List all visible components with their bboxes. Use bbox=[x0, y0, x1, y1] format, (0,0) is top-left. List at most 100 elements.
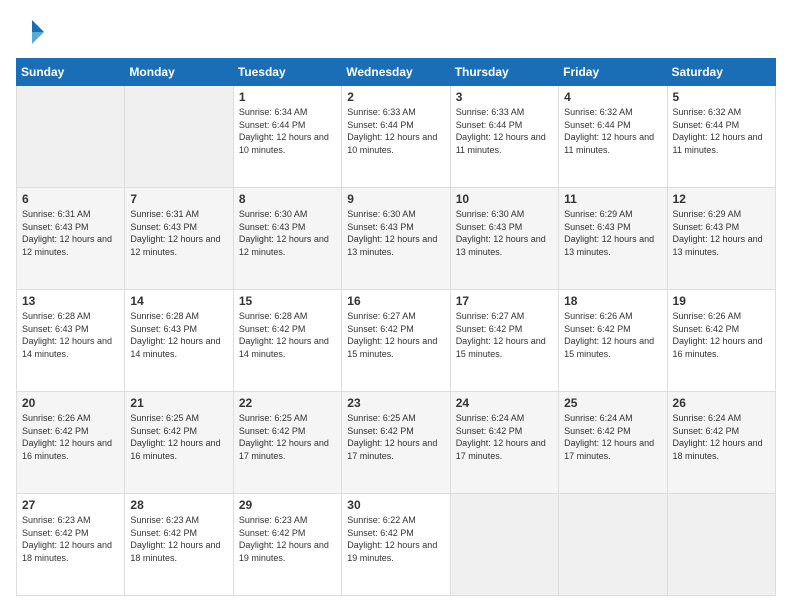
cell-text: Sunrise: 6:23 AMSunset: 6:42 PMDaylight:… bbox=[22, 515, 112, 563]
cell-text: Sunrise: 6:33 AMSunset: 6:44 PMDaylight:… bbox=[456, 107, 546, 155]
day-number: 25 bbox=[564, 396, 661, 410]
calendar-cell: 18 Sunrise: 6:26 AMSunset: 6:42 PMDaylig… bbox=[559, 290, 667, 392]
day-number: 23 bbox=[347, 396, 444, 410]
calendar-cell: 20 Sunrise: 6:26 AMSunset: 6:42 PMDaylig… bbox=[17, 392, 125, 494]
calendar-cell: 2 Sunrise: 6:33 AMSunset: 6:44 PMDayligh… bbox=[342, 86, 450, 188]
weekday-header-thursday: Thursday bbox=[450, 59, 558, 86]
day-number: 24 bbox=[456, 396, 553, 410]
calendar-cell: 27 Sunrise: 6:23 AMSunset: 6:42 PMDaylig… bbox=[17, 494, 125, 596]
calendar-cell: 30 Sunrise: 6:22 AMSunset: 6:42 PMDaylig… bbox=[342, 494, 450, 596]
cell-text: Sunrise: 6:25 AMSunset: 6:42 PMDaylight:… bbox=[130, 413, 220, 461]
cell-text: Sunrise: 6:23 AMSunset: 6:42 PMDaylight:… bbox=[130, 515, 220, 563]
weekday-header-saturday: Saturday bbox=[667, 59, 775, 86]
cell-text: Sunrise: 6:31 AMSunset: 6:43 PMDaylight:… bbox=[130, 209, 220, 257]
day-number: 16 bbox=[347, 294, 444, 308]
cell-text: Sunrise: 6:22 AMSunset: 6:42 PMDaylight:… bbox=[347, 515, 437, 563]
day-number: 17 bbox=[456, 294, 553, 308]
calendar-cell: 15 Sunrise: 6:28 AMSunset: 6:42 PMDaylig… bbox=[233, 290, 341, 392]
day-number: 3 bbox=[456, 90, 553, 104]
day-number: 28 bbox=[130, 498, 227, 512]
calendar-cell: 11 Sunrise: 6:29 AMSunset: 6:43 PMDaylig… bbox=[559, 188, 667, 290]
cell-text: Sunrise: 6:34 AMSunset: 6:44 PMDaylight:… bbox=[239, 107, 329, 155]
day-number: 19 bbox=[673, 294, 770, 308]
weekday-header-friday: Friday bbox=[559, 59, 667, 86]
day-number: 18 bbox=[564, 294, 661, 308]
cell-text: Sunrise: 6:30 AMSunset: 6:43 PMDaylight:… bbox=[456, 209, 546, 257]
calendar-cell: 8 Sunrise: 6:30 AMSunset: 6:43 PMDayligh… bbox=[233, 188, 341, 290]
day-number: 22 bbox=[239, 396, 336, 410]
calendar-cell: 13 Sunrise: 6:28 AMSunset: 6:43 PMDaylig… bbox=[17, 290, 125, 392]
day-number: 1 bbox=[239, 90, 336, 104]
weekday-header-monday: Monday bbox=[125, 59, 233, 86]
day-number: 27 bbox=[22, 498, 119, 512]
cell-text: Sunrise: 6:27 AMSunset: 6:42 PMDaylight:… bbox=[347, 311, 437, 359]
calendar-cell bbox=[450, 494, 558, 596]
calendar-cell: 9 Sunrise: 6:30 AMSunset: 6:43 PMDayligh… bbox=[342, 188, 450, 290]
cell-text: Sunrise: 6:25 AMSunset: 6:42 PMDaylight:… bbox=[347, 413, 437, 461]
calendar-cell: 5 Sunrise: 6:32 AMSunset: 6:44 PMDayligh… bbox=[667, 86, 775, 188]
cell-text: Sunrise: 6:26 AMSunset: 6:42 PMDaylight:… bbox=[22, 413, 112, 461]
cell-text: Sunrise: 6:29 AMSunset: 6:43 PMDaylight:… bbox=[564, 209, 654, 257]
cell-text: Sunrise: 6:28 AMSunset: 6:43 PMDaylight:… bbox=[22, 311, 112, 359]
week-row-4: 20 Sunrise: 6:26 AMSunset: 6:42 PMDaylig… bbox=[17, 392, 776, 494]
header bbox=[16, 16, 776, 48]
day-number: 8 bbox=[239, 192, 336, 206]
calendar-cell: 7 Sunrise: 6:31 AMSunset: 6:43 PMDayligh… bbox=[125, 188, 233, 290]
calendar-cell bbox=[17, 86, 125, 188]
calendar-table: SundayMondayTuesdayWednesdayThursdayFrid… bbox=[16, 58, 776, 596]
day-number: 15 bbox=[239, 294, 336, 308]
day-number: 5 bbox=[673, 90, 770, 104]
cell-text: Sunrise: 6:30 AMSunset: 6:43 PMDaylight:… bbox=[347, 209, 437, 257]
week-row-2: 6 Sunrise: 6:31 AMSunset: 6:43 PMDayligh… bbox=[17, 188, 776, 290]
cell-text: Sunrise: 6:26 AMSunset: 6:42 PMDaylight:… bbox=[673, 311, 763, 359]
calendar-cell: 16 Sunrise: 6:27 AMSunset: 6:42 PMDaylig… bbox=[342, 290, 450, 392]
calendar-cell: 25 Sunrise: 6:24 AMSunset: 6:42 PMDaylig… bbox=[559, 392, 667, 494]
cell-text: Sunrise: 6:24 AMSunset: 6:42 PMDaylight:… bbox=[564, 413, 654, 461]
logo bbox=[16, 16, 52, 48]
calendar-cell: 29 Sunrise: 6:23 AMSunset: 6:42 PMDaylig… bbox=[233, 494, 341, 596]
day-number: 9 bbox=[347, 192, 444, 206]
cell-text: Sunrise: 6:28 AMSunset: 6:43 PMDaylight:… bbox=[130, 311, 220, 359]
day-number: 29 bbox=[239, 498, 336, 512]
day-number: 30 bbox=[347, 498, 444, 512]
calendar-cell: 26 Sunrise: 6:24 AMSunset: 6:42 PMDaylig… bbox=[667, 392, 775, 494]
day-number: 6 bbox=[22, 192, 119, 206]
calendar-cell: 22 Sunrise: 6:25 AMSunset: 6:42 PMDaylig… bbox=[233, 392, 341, 494]
cell-text: Sunrise: 6:28 AMSunset: 6:42 PMDaylight:… bbox=[239, 311, 329, 359]
calendar-cell: 23 Sunrise: 6:25 AMSunset: 6:42 PMDaylig… bbox=[342, 392, 450, 494]
day-number: 21 bbox=[130, 396, 227, 410]
calendar-cell bbox=[667, 494, 775, 596]
cell-text: Sunrise: 6:24 AMSunset: 6:42 PMDaylight:… bbox=[456, 413, 546, 461]
cell-text: Sunrise: 6:23 AMSunset: 6:42 PMDaylight:… bbox=[239, 515, 329, 563]
cell-text: Sunrise: 6:27 AMSunset: 6:42 PMDaylight:… bbox=[456, 311, 546, 359]
weekday-header-tuesday: Tuesday bbox=[233, 59, 341, 86]
day-number: 7 bbox=[130, 192, 227, 206]
week-row-1: 1 Sunrise: 6:34 AMSunset: 6:44 PMDayligh… bbox=[17, 86, 776, 188]
logo-icon bbox=[16, 16, 48, 48]
calendar-cell: 1 Sunrise: 6:34 AMSunset: 6:44 PMDayligh… bbox=[233, 86, 341, 188]
cell-text: Sunrise: 6:30 AMSunset: 6:43 PMDaylight:… bbox=[239, 209, 329, 257]
calendar-cell: 6 Sunrise: 6:31 AMSunset: 6:43 PMDayligh… bbox=[17, 188, 125, 290]
page: SundayMondayTuesdayWednesdayThursdayFrid… bbox=[0, 0, 792, 612]
calendar-cell bbox=[559, 494, 667, 596]
weekday-header-wednesday: Wednesday bbox=[342, 59, 450, 86]
day-number: 2 bbox=[347, 90, 444, 104]
day-number: 11 bbox=[564, 192, 661, 206]
day-number: 10 bbox=[456, 192, 553, 206]
calendar-cell: 21 Sunrise: 6:25 AMSunset: 6:42 PMDaylig… bbox=[125, 392, 233, 494]
calendar-cell: 19 Sunrise: 6:26 AMSunset: 6:42 PMDaylig… bbox=[667, 290, 775, 392]
cell-text: Sunrise: 6:32 AMSunset: 6:44 PMDaylight:… bbox=[564, 107, 654, 155]
weekday-header-row: SundayMondayTuesdayWednesdayThursdayFrid… bbox=[17, 59, 776, 86]
cell-text: Sunrise: 6:32 AMSunset: 6:44 PMDaylight:… bbox=[673, 107, 763, 155]
cell-text: Sunrise: 6:24 AMSunset: 6:42 PMDaylight:… bbox=[673, 413, 763, 461]
week-row-5: 27 Sunrise: 6:23 AMSunset: 6:42 PMDaylig… bbox=[17, 494, 776, 596]
calendar-cell: 4 Sunrise: 6:32 AMSunset: 6:44 PMDayligh… bbox=[559, 86, 667, 188]
day-number: 12 bbox=[673, 192, 770, 206]
calendar-cell bbox=[125, 86, 233, 188]
day-number: 14 bbox=[130, 294, 227, 308]
cell-text: Sunrise: 6:26 AMSunset: 6:42 PMDaylight:… bbox=[564, 311, 654, 359]
week-row-3: 13 Sunrise: 6:28 AMSunset: 6:43 PMDaylig… bbox=[17, 290, 776, 392]
weekday-header-sunday: Sunday bbox=[17, 59, 125, 86]
cell-text: Sunrise: 6:29 AMSunset: 6:43 PMDaylight:… bbox=[673, 209, 763, 257]
cell-text: Sunrise: 6:25 AMSunset: 6:42 PMDaylight:… bbox=[239, 413, 329, 461]
